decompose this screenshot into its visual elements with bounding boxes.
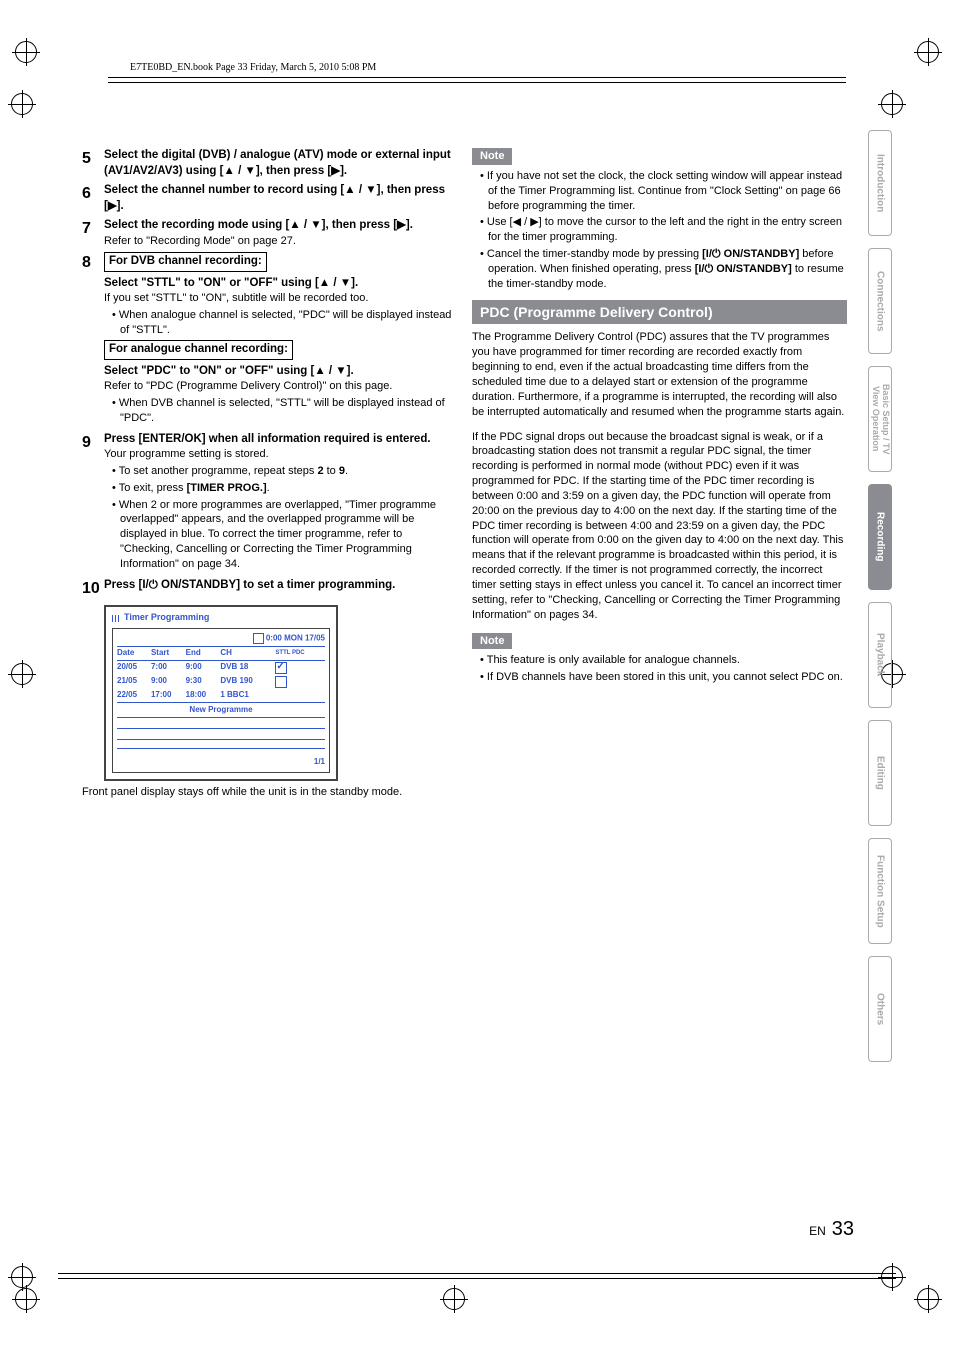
tab-basic-setup[interactable]: Basic Setup / TV View Operation <box>868 366 892 472</box>
step-7: 7 Select the recording mode using [▲ / ▼… <box>82 218 452 248</box>
step-5: 5 Select the digital (DVB) / analogue (A… <box>82 148 452 179</box>
side-tabs: Introduction Connections Basic Setup / T… <box>868 130 892 1062</box>
note-label-2: Note <box>472 633 512 650</box>
new-programme-row: New Programme <box>117 702 325 719</box>
timer-programming-panel: Timer Programming 0:00 MON 17/05 Date St… <box>104 605 338 781</box>
note2-bullet1: This feature is only available for analo… <box>480 653 847 668</box>
tab-playback[interactable]: Playback <box>868 602 892 708</box>
left-column: 5 Select the digital (DVB) / analogue (A… <box>82 148 452 810</box>
tab-others[interactable]: Others <box>868 956 892 1062</box>
step8-bullet1: When analogue channel is selected, "PDC"… <box>112 308 452 338</box>
note1-bullet1: If you have not set the clock, the clock… <box>480 169 847 214</box>
step-10: 10 Press [I/⏻ ON/STANDBY] to set a timer… <box>82 578 452 600</box>
pdc-paragraph-1: The Programme Delivery Control (PDC) ass… <box>472 330 847 419</box>
step-9: 9 Press [ENTER/OK] when all information … <box>82 432 452 574</box>
tab-editing[interactable]: Editing <box>868 720 892 826</box>
table-row: 21/059:009:30DVB 190 <box>117 675 325 689</box>
note-label-1: Note <box>472 148 512 165</box>
step8-sub2: Refer to "PDC (Programme Delivery Contro… <box>104 379 452 394</box>
note1-bullet2: Use [◀ / ▶] to move the cursor to the le… <box>480 215 847 245</box>
table-row: 20/057:009:00DVB 18 <box>117 660 325 675</box>
tab-connections[interactable]: Connections <box>868 248 892 354</box>
timer-icon <box>112 615 121 622</box>
table-row: 22/0517:0018:001 BBC1 <box>117 689 325 702</box>
checkbox-icon <box>275 662 287 674</box>
tab-introduction[interactable]: Introduction <box>868 130 892 236</box>
clock-icon <box>253 633 264 644</box>
step9-bullet3: When 2 or more programmes are overlapped… <box>112 498 452 572</box>
step9-bullet2: To exit, press [TIMER PROG.]. <box>112 481 452 496</box>
note2-bullet2: If DVB channels have been stored in this… <box>480 670 847 685</box>
right-column: Note If you have not set the clock, the … <box>472 148 847 810</box>
main-content: 5 Select the digital (DVB) / analogue (A… <box>50 148 904 810</box>
step8-bullet2: When DVB channel is selected, "STTL" wil… <box>112 396 452 426</box>
note1-bullet3: Cancel the timer-standby mode by pressin… <box>480 247 847 292</box>
page-footer: EN33 <box>809 1218 854 1241</box>
timer-table: Date Start End CH STTL PDC 20/057:009:00… <box>117 646 325 702</box>
step9-sub: Your programme setting is stored. <box>104 447 452 462</box>
step-7-sub: Refer to "Recording Mode" on page 27. <box>104 234 452 249</box>
book-header: E7TE0BD_EN.book Page 33 Friday, March 5,… <box>130 62 904 73</box>
step-8: 8 For DVB channel recording: Select "STT… <box>82 252 452 427</box>
analogue-recording-box: For analogue channel recording: <box>104 340 293 360</box>
pdc-section-header: PDC (Programme Delivery Control) <box>472 300 847 325</box>
dvb-recording-box: For DVB channel recording: <box>104 252 267 272</box>
step8-sub1: If you set "STTL" to "ON", subtitle will… <box>104 291 452 306</box>
panel-footnote: Front panel display stays off while the … <box>82 785 452 800</box>
pdc-paragraph-2: If the PDC signal drops out because the … <box>472 430 847 623</box>
checkbox-icon <box>275 676 287 688</box>
step9-bullet1: To set another programme, repeat steps 2… <box>112 464 452 479</box>
timer-page-indicator: 1/1 <box>117 748 325 768</box>
tab-function-setup[interactable]: Function Setup <box>868 838 892 944</box>
tab-recording[interactable]: Recording <box>868 484 892 590</box>
step-6: 6 Select the channel number to record us… <box>82 183 452 214</box>
